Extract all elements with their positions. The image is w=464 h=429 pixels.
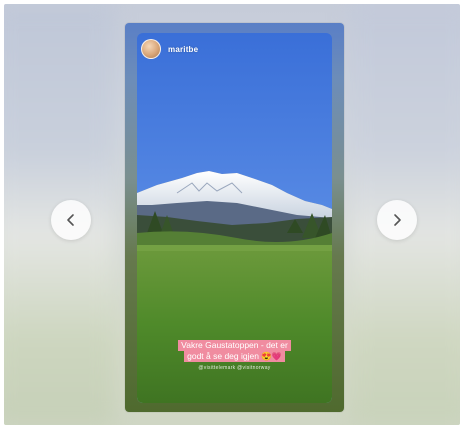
caption-line-2: godt å se deg igjen — [187, 351, 259, 361]
story-mention-tags[interactable]: @visittelemark @visitnorway — [125, 365, 344, 371]
next-story-button[interactable] — [377, 200, 417, 240]
chevron-left-icon — [67, 214, 74, 226]
pink-heart-emoji-icon: 💗 — [271, 352, 282, 361]
chevron-right-icon — [394, 214, 401, 226]
story-viewer: maritbe Vakre Gaustatoppen - det er godt… — [4, 4, 460, 425]
story-caption: Vakre Gaustatoppen - det er godt å se de… — [125, 335, 344, 362]
story-header: maritbe — [141, 39, 198, 59]
avatar[interactable] — [141, 39, 161, 59]
previous-story-button[interactable] — [51, 200, 91, 240]
story-username[interactable]: maritbe — [168, 45, 198, 54]
story-card[interactable]: maritbe Vakre Gaustatoppen - det er godt… — [125, 23, 344, 412]
heart-eyes-emoji-icon: 😍 — [261, 351, 272, 361]
caption-line-2-wrap: godt å se deg igjen 😍💗 — [184, 351, 285, 362]
